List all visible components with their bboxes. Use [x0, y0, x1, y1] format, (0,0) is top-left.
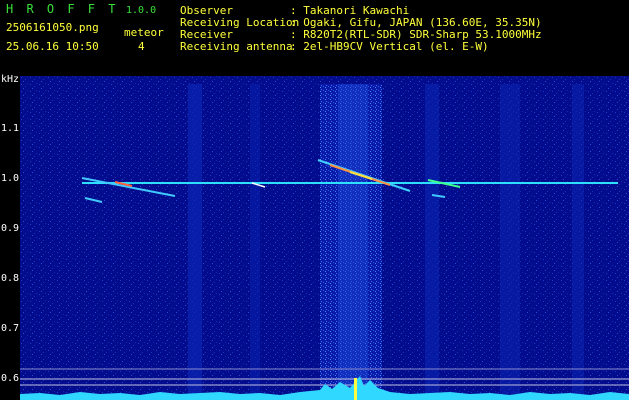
y-tick-label: 0.6	[1, 373, 20, 384]
noise-band	[425, 84, 439, 394]
header-panel: H R O F F T 1.0.0 2506161050.png meteor …	[0, 0, 629, 74]
meteor-count: 4	[138, 40, 145, 53]
app-name: H R O F F T	[6, 2, 119, 16]
noise-band	[572, 84, 584, 394]
y-tick-label: 1.1	[1, 123, 20, 134]
y-unit-label: kHz	[1, 74, 20, 85]
filename-label: 2506161050.png	[6, 21, 99, 34]
y-tick-label: 1.0	[1, 173, 20, 184]
antenna-value: : 2el-HB9CV Vertical (el. E-W)	[290, 40, 489, 53]
noise-band	[188, 84, 202, 394]
y-tick-label: 0.8	[1, 273, 20, 284]
datetime-label: 25.06.16 10:50	[6, 40, 99, 53]
noise-band	[250, 84, 260, 394]
broadband-noise-core	[338, 84, 368, 400]
antenna-label: Receiving antenna	[180, 40, 293, 53]
y-tick-label: 0.9	[1, 223, 20, 234]
app-version: 1.0.0	[126, 5, 157, 16]
meteor-label: meteor	[124, 26, 164, 39]
noise-band	[500, 84, 520, 394]
y-tick-label: 0.7	[1, 323, 20, 334]
spectrogram	[20, 76, 629, 400]
noise-floor-peak	[354, 378, 357, 400]
